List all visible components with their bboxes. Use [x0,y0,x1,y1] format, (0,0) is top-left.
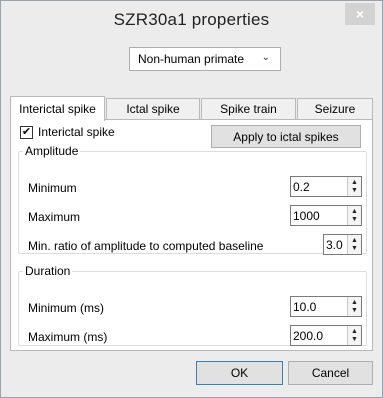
tab-seizure[interactable]: Seizure [297,98,373,120]
duration-minimum-value: 10.0 [293,299,317,314]
duration-maximum-value: 200.0 [293,328,324,343]
interictal-spike-checkbox-label: Interictal spike [38,125,115,139]
close-button[interactable]: × [345,3,375,25]
spin-up-icon[interactable]: ▲ [351,237,358,245]
spin-up-icon[interactable]: ▲ [351,179,358,187]
tab-label: Seizure [314,102,356,116]
dialog-title: SZR30a1 properties [113,10,270,29]
cancel-button[interactable]: Cancel [288,361,373,385]
interictal-spike-checkbox-row[interactable]: ✔ Interictal spike [20,125,115,139]
amplitude-maximum-label: Maximum [28,210,81,224]
duration-maximum-label: Maximum (ms) [28,330,108,344]
tab-ictal-spike[interactable]: Ictal spike [106,98,200,120]
interictal-spike-checkbox[interactable]: ✔ [20,125,33,139]
spin-down-icon[interactable]: ▼ [351,336,358,344]
spin-up-icon[interactable]: ▲ [351,328,358,336]
spin-up-icon[interactable]: ▲ [351,299,358,307]
tab-strip: Interictal spike Ictal spike Spike train… [10,96,373,121]
spin-arrows[interactable]: ▲ ▼ [347,206,361,225]
spin-arrows[interactable]: ▲ ▼ [347,297,361,316]
amplitude-minimum-value: 0.2 [293,179,310,194]
tab-label: Spike train [220,102,277,116]
amplitude-legend: Amplitude [25,144,79,158]
species-selected-value: Non-human primate [138,52,245,66]
spin-down-icon[interactable]: ▼ [351,245,358,253]
spin-arrows[interactable]: ▲ ▼ [347,177,361,196]
spin-up-icon[interactable]: ▲ [351,208,358,216]
amplitude-minimum-label: Minimum [28,181,77,195]
properties-dialog: SZR30a1 properties × Non-human primate ⌄… [0,0,383,398]
duration-minimum-spinbox[interactable]: 10.0 ▲ ▼ [290,296,362,317]
spin-down-icon[interactable]: ▼ [351,187,358,195]
tab-spike-train[interactable]: Spike train [201,98,296,120]
amplitude-ratio-spinbox[interactable]: 3.0 ▲ ▼ [323,234,362,255]
amplitude-ratio-value: 3.0 [326,237,343,252]
spin-arrows[interactable]: ▲ ▼ [347,235,361,254]
chevron-down-icon: ⌄ [261,52,270,63]
amplitude-maximum-spinbox[interactable]: 1000 ▲ ▼ [290,205,362,226]
checkmark-icon: ✔ [21,125,32,138]
spin-down-icon[interactable]: ▼ [351,307,358,315]
amplitude-maximum-value: 1000 [293,208,320,223]
close-icon: × [355,6,365,22]
amplitude-minimum-spinbox[interactable]: 0.2 ▲ ▼ [290,176,362,197]
species-dropdown[interactable]: Non-human primate ⌄ [129,47,281,71]
tab-interictal-spike[interactable]: Interictal spike [10,96,105,121]
tab-panel-interictal-spike: ✔ Interictal spike Apply to ictal spikes… [10,119,373,351]
duration-legend: Duration [25,264,71,278]
duration-group: Duration Minimum (ms) 10.0 ▲ ▼ Maximum (… [18,264,367,346]
ok-button[interactable]: OK [196,361,283,385]
duration-maximum-spinbox[interactable]: 200.0 ▲ ▼ [290,325,362,346]
amplitude-group: Amplitude Minimum 0.2 ▲ ▼ Maximum 1000 ▲… [18,144,367,255]
tab-label: Ictal spike [126,102,180,116]
spin-down-icon[interactable]: ▼ [351,216,358,224]
duration-minimum-label: Minimum (ms) [28,301,104,315]
amplitude-ratio-label: Min. ratio of amplitude to computed base… [28,239,264,253]
spin-arrows[interactable]: ▲ ▼ [347,326,361,345]
tab-label: Interictal spike [19,102,96,116]
title-bar[interactable]: SZR30a1 properties × [1,1,382,39]
